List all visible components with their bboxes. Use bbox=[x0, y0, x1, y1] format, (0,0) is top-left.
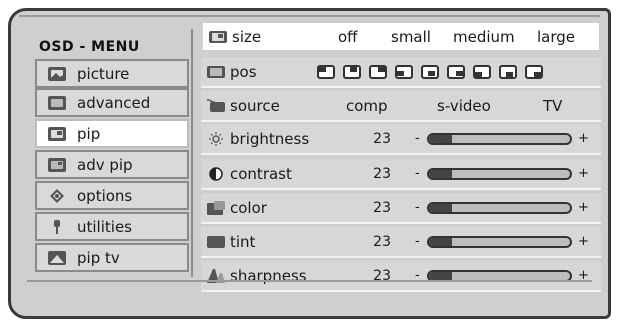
pos-option-6[interactable] bbox=[447, 65, 465, 79]
bottom-bar bbox=[27, 280, 592, 304]
size-label: size bbox=[232, 27, 262, 46]
pos-option-8[interactable] bbox=[499, 65, 517, 79]
sidebar-item-pip[interactable]: pip bbox=[35, 119, 189, 148]
sidebar-item-adv-pip[interactable]: adv pip bbox=[35, 150, 189, 179]
contrast-increase[interactable]: + bbox=[578, 166, 589, 181]
sidebar-item-label: advanced bbox=[77, 93, 151, 112]
pos-icon bbox=[207, 65, 225, 79]
color-label: color bbox=[230, 198, 267, 217]
size-option-large[interactable]: large bbox=[537, 28, 575, 46]
source-option-tv[interactable]: TV bbox=[543, 97, 562, 115]
sidebar-item-label: pip bbox=[77, 124, 101, 143]
tint-increase[interactable]: + bbox=[578, 234, 589, 249]
pos-option-4[interactable] bbox=[395, 65, 413, 79]
advanced-icon bbox=[47, 95, 67, 111]
sidebar-item-label: picture bbox=[77, 64, 130, 83]
pos-label: pos bbox=[230, 62, 257, 81]
contrast-slider[interactable] bbox=[427, 167, 572, 180]
osd-window: OSD - MENU picture advanced pip adv pip … bbox=[8, 8, 611, 319]
picture-icon bbox=[47, 66, 67, 82]
tint-icon bbox=[207, 235, 225, 249]
contrast-row: contrast 23 - + bbox=[201, 159, 601, 190]
osd-sidebar: OSD - MENU picture advanced pip adv pip … bbox=[35, 29, 193, 277]
utilities-icon bbox=[47, 219, 67, 235]
tint-slider[interactable] bbox=[427, 235, 572, 248]
pos-option-5[interactable] bbox=[421, 65, 439, 79]
osd-title: OSD - MENU bbox=[39, 39, 140, 55]
brightness-decrease[interactable]: - bbox=[415, 131, 420, 146]
sidebar-item-label: adv pip bbox=[77, 155, 133, 174]
sidebar-item-advanced[interactable]: advanced bbox=[35, 88, 189, 117]
pos-option-3[interactable] bbox=[369, 65, 387, 79]
size-icon bbox=[209, 30, 227, 44]
source-option-s-video[interactable]: s-video bbox=[437, 97, 491, 115]
sidebar-item-label: options bbox=[77, 186, 133, 205]
sidebar-item-utilities[interactable]: utilities bbox=[35, 212, 189, 241]
color-slider[interactable] bbox=[427, 201, 572, 214]
source-icon bbox=[206, 98, 225, 113]
brightness-value: 23 bbox=[373, 130, 391, 147]
adv-pip-icon bbox=[47, 157, 67, 173]
source-option-comp[interactable]: comp bbox=[346, 97, 388, 115]
brightness-label: brightness bbox=[230, 129, 310, 148]
sidebar-item-label: pip tv bbox=[77, 248, 120, 267]
pip-tv-icon bbox=[47, 250, 67, 266]
brightness-increase[interactable]: + bbox=[578, 131, 589, 146]
contrast-value: 23 bbox=[373, 165, 391, 182]
tint-decrease[interactable]: - bbox=[415, 234, 420, 249]
pos-option-9[interactable] bbox=[525, 65, 543, 79]
brightness-row: brightness 23 - + bbox=[201, 124, 601, 155]
pos-option-7[interactable] bbox=[473, 65, 491, 79]
top-divider bbox=[19, 15, 600, 17]
size-option-small[interactable]: small bbox=[391, 28, 431, 46]
source-label: source bbox=[230, 96, 280, 115]
sun-icon bbox=[207, 131, 225, 146]
contrast-decrease[interactable]: - bbox=[415, 166, 420, 181]
contrast-icon bbox=[207, 166, 225, 181]
color-row: color 23 - + bbox=[201, 193, 601, 224]
color-increase[interactable]: + bbox=[578, 200, 589, 215]
brightness-slider[interactable] bbox=[427, 132, 572, 145]
source-row: source comp s-video TV bbox=[201, 91, 601, 122]
size-option-off[interactable]: off bbox=[338, 28, 358, 46]
color-icon bbox=[207, 200, 225, 215]
color-value: 23 bbox=[373, 199, 391, 216]
pos-option-2[interactable] bbox=[343, 65, 361, 79]
size-row: size off small medium large bbox=[201, 21, 601, 52]
sidebar-item-options[interactable]: options bbox=[35, 181, 189, 210]
pos-row: pos bbox=[201, 57, 601, 88]
size-option-medium[interactable]: medium bbox=[453, 28, 515, 46]
sidebar-item-picture[interactable]: picture bbox=[35, 59, 189, 88]
tint-row: tint 23 - + bbox=[201, 227, 601, 258]
sidebar-item-pip-tv[interactable]: pip tv bbox=[35, 243, 189, 272]
pos-option-1[interactable] bbox=[317, 65, 335, 79]
options-icon bbox=[47, 188, 67, 204]
contrast-label: contrast bbox=[230, 164, 292, 183]
tint-label: tint bbox=[230, 232, 256, 251]
tint-value: 23 bbox=[373, 233, 391, 250]
color-decrease[interactable]: - bbox=[415, 200, 420, 215]
sidebar-item-label: utilities bbox=[77, 217, 132, 236]
pip-icon bbox=[47, 126, 67, 142]
